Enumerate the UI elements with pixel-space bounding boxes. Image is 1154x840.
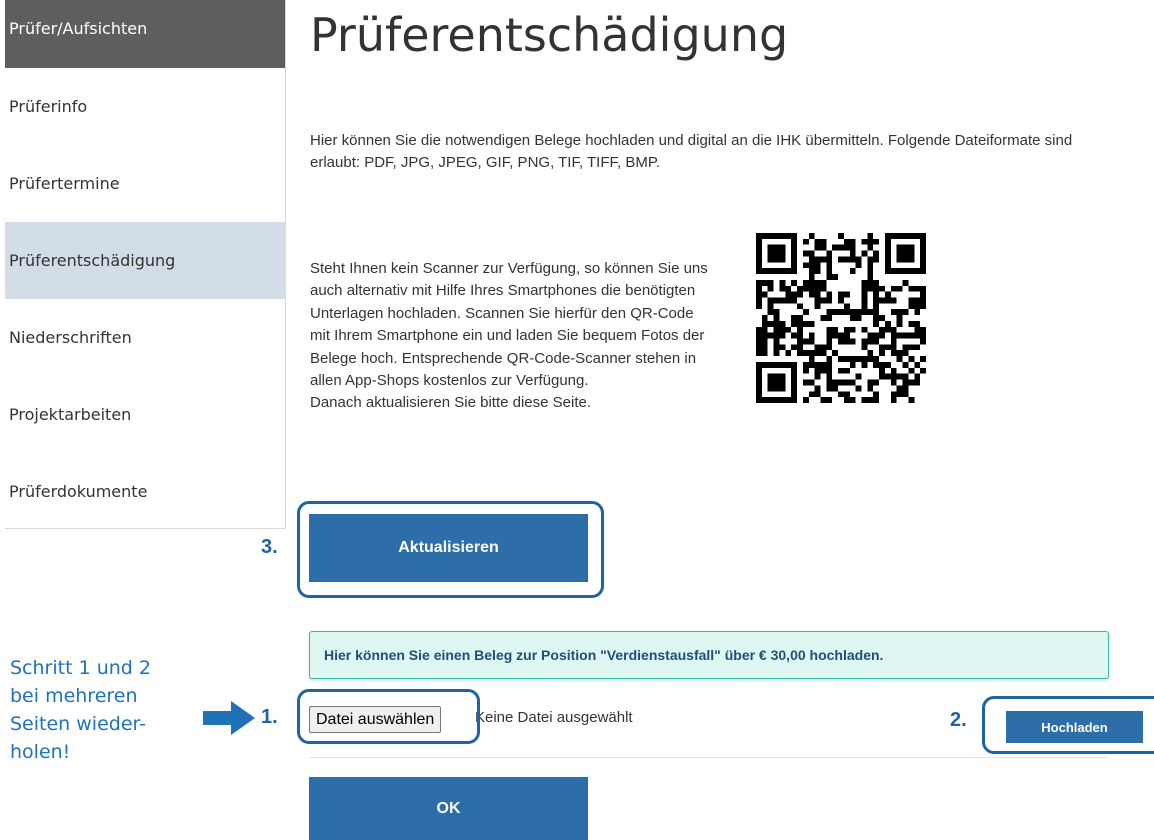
note-line: Schritt 1 und 2 (10, 657, 151, 679)
sidebar-item-label: Prüferdokumente (9, 482, 148, 501)
file-choose-button[interactable]: Datei auswählen (309, 706, 442, 733)
sidebar-item-projektarbeiten[interactable]: Projektarbeiten (5, 376, 285, 453)
arrow-right-icon (203, 701, 255, 735)
sidebar-item-label: Prüferinfo (9, 97, 88, 116)
intro-text: Hier können Sie die notwendigen Belege h… (310, 132, 1073, 171)
sidebar-item-label: Niederschriften (9, 328, 132, 347)
divider (309, 757, 1109, 758)
note-line: bei mehreren (10, 685, 138, 707)
sidebar-item-label: Prüfertermine (9, 174, 120, 193)
note-line: Seiten wieder- (10, 713, 146, 735)
step2-label: 2. (950, 709, 967, 731)
refresh-hint: Danach aktualisieren Sie bitte diese Sei… (310, 394, 592, 412)
sidebar-item-prueferinfo[interactable]: Prüferinfo (5, 68, 285, 145)
sidebar-item-pruefertermine[interactable]: Prüfertermine (5, 145, 285, 222)
sidebar-header[interactable]: Prüfer/Aufsichten (5, 0, 285, 68)
refresh-button[interactable]: Aktualisieren (309, 514, 588, 582)
sidebar-item-prueferentschaedigung[interactable]: Prüferentschädigung (5, 222, 285, 299)
sidebar-item-label: Prüferentschädigung (9, 251, 176, 270)
step3-label: 3. (261, 536, 278, 558)
scanner-text: Steht Ihnen kein Scanner zur Verfügung, … (310, 260, 708, 390)
upload-info-alert: Hier können Sie einen Beleg zur Position… (309, 631, 1109, 679)
scanner-instructions: Steht Ihnen kein Scanner zur Verfügung, … (310, 258, 710, 415)
ok-button[interactable]: OK (309, 777, 588, 840)
upload-button[interactable]: Hochladen (1006, 711, 1143, 743)
qr-code-image (756, 233, 926, 403)
step1-label: 1. (261, 706, 278, 728)
sidebar-nav: Prüfer/Aufsichten Prüferinfo Prüfertermi… (5, 0, 286, 529)
note-line: holen! (10, 741, 71, 763)
repeat-note: Schritt 1 und 2 bei mehreren Seiten wied… (10, 654, 190, 766)
page-title: Prüferentschädigung (310, 8, 789, 62)
file-status-text: Keine Datei ausgewählt (475, 709, 633, 726)
sidebar-item-niederschriften[interactable]: Niederschriften (5, 299, 285, 376)
sidebar-item-prueferdokumente[interactable]: Prüferdokumente (5, 453, 285, 530)
sidebar-item-label: Projektarbeiten (9, 405, 132, 424)
